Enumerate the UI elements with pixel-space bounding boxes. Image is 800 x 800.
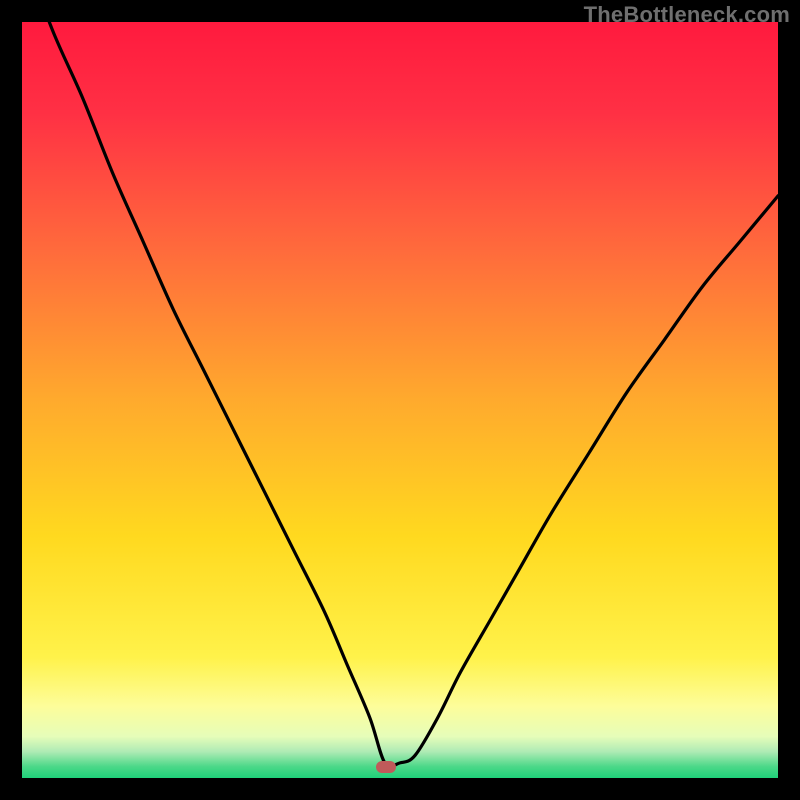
- watermark-text: TheBottleneck.com: [584, 2, 790, 28]
- plot-area: [22, 22, 778, 778]
- bottleneck-curve: [22, 22, 778, 778]
- optimal-marker: [376, 761, 396, 773]
- chart-frame: TheBottleneck.com: [0, 0, 800, 800]
